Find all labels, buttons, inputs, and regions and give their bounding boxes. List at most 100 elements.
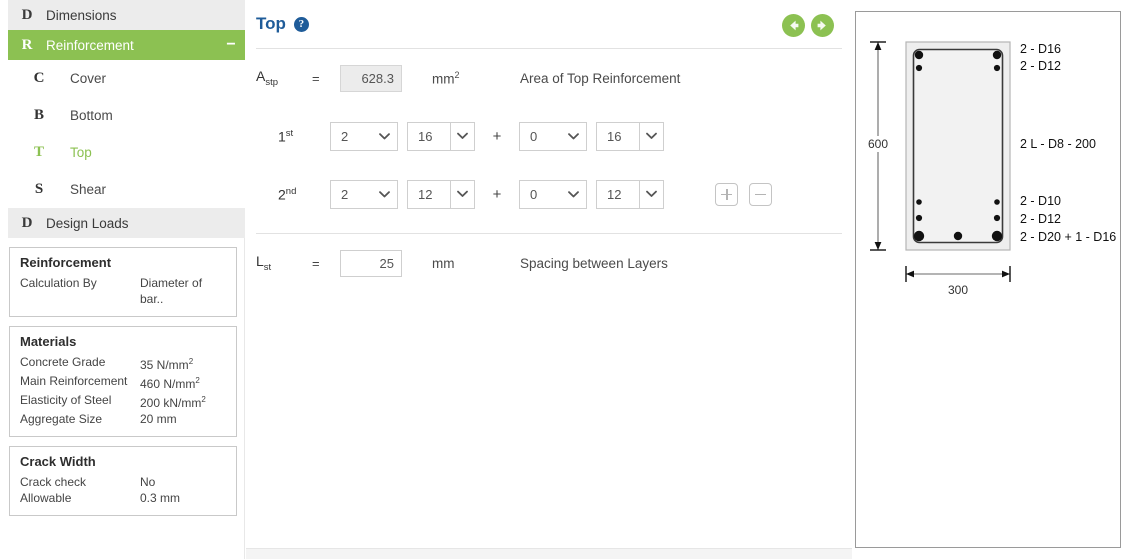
rebar-top-second-left [915,64,923,72]
nav-subitems: C Cover B Bottom T Top S Shear [8,60,245,208]
info-row: Elasticity of Steel 200 kN/mm2 [20,392,226,411]
area-field-row: Astp = 628.3 mm2 Area of Top Reinforceme… [256,49,842,107]
layer2-count2-select[interactable]: 0 [519,179,587,209]
info-value: No [140,475,156,489]
chevron-down-icon [639,179,663,209]
annotation-bottom-2: 2 - D12 [1020,212,1061,226]
application-window: D Dimensions R Reinforcement − C Cover B… [0,0,1130,559]
cross-section-panel: 600 300 2 - D16 2 - D12 2 L - D8 - 200 2… [855,11,1121,548]
area-unit-label: mm2 [432,69,460,87]
top-badge-icon: T [33,144,44,160]
select-value: 2 [341,186,349,202]
sidebar-item-shear[interactable]: S Shear [8,171,245,208]
info-key: Elasticity of Steel [20,393,112,407]
info-key: Aggregate Size [20,412,103,426]
stirrup-outline [912,48,1004,244]
info-row: Allowable 0.3 mm [20,490,226,506]
layer1-diameter2-select[interactable]: 16 [596,121,664,151]
info-value: 0.3 mm [140,491,181,505]
chevron-down-icon [568,187,579,202]
info-card-crack-width: Crack Width Crack check No Allowable 0.3… [9,446,237,516]
info-value: Diameter of bar.. [140,276,203,306]
width-arrow-left [906,270,914,278]
rebar-bottom-d20-right [991,230,1003,242]
chevron-down-icon [379,129,390,144]
add-layer-button[interactable] [715,182,738,206]
rebar-top-corner-right [992,50,1002,60]
layer2-diameter1-select[interactable]: 12 [407,179,475,209]
info-key: Allowable [20,491,72,505]
info-card-title: Crack Width [20,454,96,469]
info-row: Main Reinforcement 460 N/mm2 [20,373,226,392]
info-value: 35 N/mm2 [140,357,194,372]
layer2-diameter2-select[interactable]: 12 [596,179,664,209]
shear-badge-icon: S [34,181,44,197]
chevron-down-icon [379,187,390,202]
layer2-operator: + [492,185,502,203]
layer2-count1-select[interactable]: 2 [330,179,398,209]
sidebar-item-dimensions[interactable]: D Dimensions [8,0,245,30]
select-value: 12 [418,186,433,202]
spacing-value-input[interactable]: 25 [340,249,402,277]
chevron-down-icon [568,129,579,144]
rebar-bottom-d10-left [916,199,922,205]
layer1-count2-select[interactable]: 0 [519,121,587,151]
spacing-unit-label: mm [432,255,455,271]
select-value: 0 [530,128,538,144]
help-icon[interactable]: ? [293,16,309,32]
layer1-diameter1-select[interactable]: 16 [407,121,475,151]
info-value: 20 mm [140,412,177,426]
collapse-minus-icon[interactable]: − [217,37,245,53]
bottom-badge-icon: B [33,107,44,123]
rebar-bottom-d10-right [994,199,1000,205]
annotation-bottom-3: 2 - D20 + 1 - D16 [1020,230,1116,244]
select-value: 12 [607,186,622,202]
layer1-count1-select[interactable]: 2 [330,121,398,151]
previous-button[interactable] [782,14,805,37]
spacing-symbol: Lst [256,253,272,273]
sidebar-item-label-reinforcement: Reinforcement [46,37,134,53]
nav-group-dimensions: D Dimensions [8,0,245,30]
area-value-input[interactable]: 628.3 [340,64,402,92]
sidebar-item-design-loads[interactable]: D Design Loads [8,208,245,238]
sidebar-item-cover[interactable]: C Cover [8,60,245,97]
info-row: Calculation By Diameter of bar.. [20,275,226,307]
sidebar-item-top[interactable]: T Top [8,134,245,171]
area-symbol: Astp [256,68,279,88]
bar-layer-row-2: 2nd 2 12 + 0 12 [256,165,842,223]
cover-badge-icon: C [33,70,45,86]
sidebar-item-reinforcement[interactable]: R Reinforcement − [8,30,245,60]
layer1-operator: + [492,127,502,145]
main-header: Top ? [246,0,852,48]
layer-ordinal-1: 1st [278,127,294,145]
dimensions-badge-icon: D [21,6,33,23]
depth-arrow-bottom [874,242,882,250]
info-row: Concrete Grade 35 N/mm2 [20,354,226,373]
info-key: Crack check [20,475,87,489]
annotation-top-1: 2 - D16 [1020,42,1061,56]
remove-layer-button[interactable] [749,182,772,206]
annotation-bottom-1: 2 - D10 [1020,194,1061,208]
chevron-down-icon [639,121,663,151]
spacing-description: Spacing between Layers [520,255,668,271]
width-arrow-right [1002,270,1010,278]
select-value: 2 [341,128,349,144]
arrow-left-icon [782,14,805,37]
info-card-title: Reinforcement [20,255,112,270]
annotation-stirrup: 2 L - D8 - 200 [1020,137,1096,151]
layer-ordinal-2: 2nd [278,185,297,203]
select-value: 0 [530,186,538,202]
next-button[interactable] [811,14,834,37]
depth-arrow-top [874,42,882,50]
area-description: Area of Top Reinforcement [520,70,681,86]
sidebar: D Dimensions R Reinforcement − C Cover B… [0,0,245,559]
rebar-bottom-d20-left [913,230,925,242]
info-card-title: Materials [20,334,77,349]
chevron-down-icon [450,121,474,151]
chevron-down-icon [450,179,474,209]
sidebar-item-label-cover: Cover [70,71,107,86]
design-loads-badge-icon: D [21,214,33,231]
sidebar-item-bottom[interactable]: B Bottom [8,97,245,134]
equals-sign: = [312,255,320,271]
info-card-materials: Materials Concrete Grade 35 N/mm2 Main R… [9,326,237,437]
